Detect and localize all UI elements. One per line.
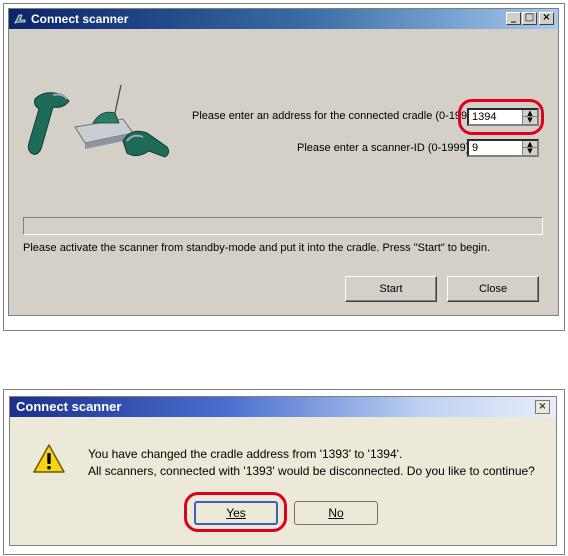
no-button[interactable]: No	[294, 501, 378, 525]
close-window-button[interactable]: ×	[539, 12, 554, 25]
scanner-cradle-illustration	[27, 84, 170, 158]
title-bar[interactable]: Connect scanner _ □ ×	[9, 9, 558, 29]
message-line-2: All scanners, connected with '1393' woul…	[88, 464, 535, 478]
close-window-button[interactable]: ×	[535, 400, 550, 414]
minimize-button[interactable]: _	[506, 12, 521, 25]
scanner-id-value[interactable]: 9	[472, 142, 478, 154]
scanner-id-spin-buttons[interactable]: ▲ ▼	[522, 141, 537, 155]
warning-icon	[33, 444, 65, 473]
no-button-label: No	[328, 506, 344, 520]
window-title: Connect scanner	[16, 399, 122, 414]
cradle-address-highlight	[458, 99, 544, 135]
confirm-dialog: Connect scanner × You have changed the c…	[9, 396, 557, 546]
yes-button-highlight	[184, 492, 287, 532]
scanner-id-label: Please enter a scanner-ID (0-1999).	[297, 142, 473, 154]
close-button[interactable]: Close	[447, 276, 539, 302]
cradle-address-label: Please enter an address for the connecte…	[192, 110, 481, 122]
scanner-id-spinbox[interactable]: 9 ▲ ▼	[467, 139, 539, 157]
title-bar[interactable]: Connect scanner ×	[10, 397, 556, 417]
connect-scanner-dialog: Connect scanner _ □ × Please enter an ad…	[8, 8, 559, 316]
window-title: Connect scanner	[31, 12, 129, 26]
message-line-1: You have changed the cradle address from…	[88, 447, 403, 461]
spin-down-icon[interactable]: ▼	[523, 148, 537, 155]
start-button[interactable]: Start	[345, 276, 437, 302]
maximize-button[interactable]: □	[522, 12, 537, 25]
connection-progress-bar	[23, 217, 543, 235]
instruction-text: Please activate the scanner from standby…	[23, 242, 491, 254]
scanner-app-icon	[14, 14, 26, 24]
